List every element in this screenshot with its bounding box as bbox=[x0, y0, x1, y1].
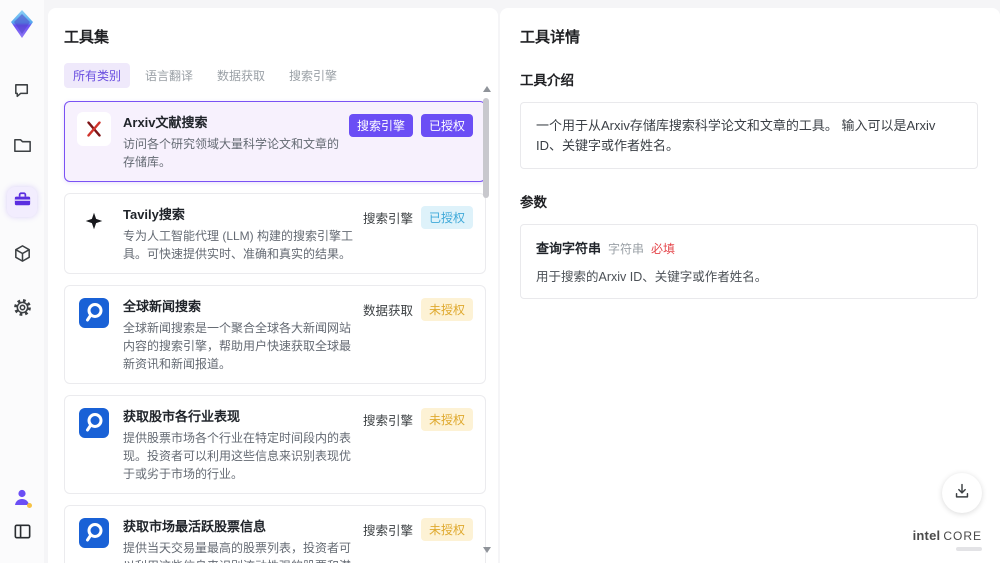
chat-icon bbox=[12, 81, 33, 107]
tool-description: 专为人工智能代理 (LLM) 构建的搜索引擎工具。可快速提供实时、准确和真实的结… bbox=[123, 229, 354, 261]
folder-icon bbox=[12, 135, 33, 161]
panel-toggle-icon bbox=[12, 524, 33, 546]
category-label: 搜索引擎 bbox=[362, 414, 413, 428]
status-badge: 未授权 bbox=[420, 408, 473, 431]
status-badge: 未授权 bbox=[420, 518, 473, 541]
magnifier-blue-icon bbox=[77, 406, 111, 440]
sidebar-item-tools[interactable] bbox=[7, 187, 37, 217]
avatar-status-dot bbox=[27, 503, 32, 508]
cube-icon bbox=[12, 243, 33, 269]
brand-intel-text: intel bbox=[912, 528, 941, 543]
intel-core-logo: intel core bbox=[913, 527, 982, 551]
tool-list-panel: 工具集 所有类别 语言翻译 数据获取 搜索引擎 Arxiv文献搜索 访问各个研究… bbox=[48, 8, 498, 563]
sidebar-item-settings[interactable] bbox=[7, 295, 37, 325]
magnifier-blue-icon bbox=[77, 516, 111, 550]
tab-data-fetch[interactable]: 数据获取 bbox=[208, 63, 274, 88]
category-tabs: 所有类别 语言翻译 数据获取 搜索引擎 bbox=[64, 63, 482, 88]
download-icon bbox=[952, 481, 972, 506]
tool-item-sector-performance[interactable]: 获取股市各行业表现 提供股票市场各个行业在特定时间段内的表现。投资者可以利用这些… bbox=[64, 395, 486, 494]
arxiv-logo bbox=[77, 112, 111, 146]
magnifier-blue-icon bbox=[77, 296, 111, 330]
app-logo bbox=[7, 9, 37, 39]
param-required-label: 必填 bbox=[651, 242, 676, 256]
tavily-star bbox=[77, 204, 111, 238]
param-type: 字符串 bbox=[608, 242, 645, 256]
page-title: 工具集 bbox=[64, 29, 110, 46]
category-label: 数据获取 bbox=[362, 304, 413, 318]
sidebar bbox=[0, 0, 44, 563]
intro-heading: 工具介绍 bbox=[520, 73, 574, 88]
user-avatar[interactable] bbox=[11, 486, 33, 508]
tool-list: Arxiv文献搜索 访问各个研究领域大量科学论文和文章的存储库。 搜索引擎 已授… bbox=[64, 101, 486, 563]
param-description: 用于搜索的Arxiv ID、关键字或作者姓名。 bbox=[536, 270, 768, 284]
brand-core-text: core bbox=[943, 529, 982, 543]
sidebar-item-chat[interactable] bbox=[7, 79, 37, 109]
tool-item-tavily[interactable]: Tavily搜索 专为人工智能代理 (LLM) 构建的搜索引擎工具。可快速提供实… bbox=[64, 193, 486, 274]
tool-item-most-active-stocks[interactable]: 获取市场最活跃股票信息 提供当天交易量最高的股票列表，投资者可以利用这些信息来识… bbox=[64, 505, 486, 563]
category-label: 搜索引擎 bbox=[362, 212, 413, 226]
tool-name: 获取市场最活跃股票信息 bbox=[123, 519, 267, 534]
gear-icon bbox=[12, 297, 33, 323]
detail-title: 工具详情 bbox=[520, 29, 581, 46]
scroll-down-arrow[interactable] bbox=[483, 547, 491, 553]
tool-description: 访问各个研究领域大量科学论文和文章的存储库。 bbox=[123, 137, 340, 169]
tool-name: Tavily搜索 bbox=[123, 207, 185, 222]
tab-search-engine[interactable]: 搜索引擎 bbox=[280, 63, 346, 88]
category-badge: 搜索引擎 bbox=[348, 114, 413, 137]
tool-name: Arxiv文献搜索 bbox=[123, 115, 208, 130]
params-heading: 参数 bbox=[520, 195, 547, 210]
sidebar-item-files[interactable] bbox=[7, 133, 37, 163]
param-item: 查询字符串 字符串 必填 用于搜索的Arxiv ID、关键字或作者姓名。 bbox=[520, 224, 978, 299]
tab-all-categories[interactable]: 所有类别 bbox=[64, 63, 131, 88]
tool-intro-text: 一个用于从Arxiv存储库搜索科学论文和文章的工具。 输入可以是Arxiv ID… bbox=[520, 102, 978, 169]
param-name: 查询字符串 bbox=[536, 241, 602, 256]
tool-detail-panel: 工具详情 工具介绍 一个用于从Arxiv存储库搜索科学论文和文章的工具。 输入可… bbox=[500, 8, 1000, 563]
status-badge: 已授权 bbox=[420, 206, 473, 229]
tool-description: 全球新闻搜索是一个聚合全球各大新闻网站内容的搜索引擎，帮助用户快速获取全球最新资… bbox=[123, 321, 352, 371]
tool-description: 提供当天交易量最高的股票列表，投资者可以利用这些信息来识别流动性强的股票和潜在的… bbox=[123, 541, 352, 563]
brand-sub-mark bbox=[956, 547, 982, 551]
sidebar-nav bbox=[7, 79, 37, 325]
tool-name: 获取股市各行业表现 bbox=[123, 409, 241, 424]
tool-item-global-news[interactable]: 全球新闻搜索 全球新闻搜索是一个聚合全球各大新闻网站内容的搜索引擎，帮助用户快速… bbox=[64, 285, 486, 384]
tool-description: 提供股票市场各个行业在特定时间段内的表现。投资者可以利用这些信息来识别表现优于或… bbox=[123, 431, 352, 481]
tool-item-arxiv[interactable]: Arxiv文献搜索 访问各个研究领域大量科学论文和文章的存储库。 搜索引擎 已授… bbox=[64, 101, 486, 182]
sidebar-item-models[interactable] bbox=[7, 241, 37, 271]
scroll-up-arrow[interactable] bbox=[483, 86, 491, 92]
scrollbar-thumb[interactable] bbox=[483, 98, 489, 198]
category-label: 搜索引擎 bbox=[362, 524, 413, 538]
tool-name: 全球新闻搜索 bbox=[123, 299, 202, 314]
status-badge: 未授权 bbox=[420, 298, 473, 321]
collapse-sidebar-button[interactable] bbox=[12, 521, 33, 547]
tab-language-translation[interactable]: 语言翻译 bbox=[136, 63, 202, 88]
toolbox-icon bbox=[12, 189, 33, 215]
sidebar-bottom bbox=[11, 486, 33, 563]
download-button[interactable] bbox=[942, 473, 982, 513]
status-badge: 已授权 bbox=[420, 114, 473, 137]
list-scrollbar[interactable] bbox=[482, 86, 491, 553]
